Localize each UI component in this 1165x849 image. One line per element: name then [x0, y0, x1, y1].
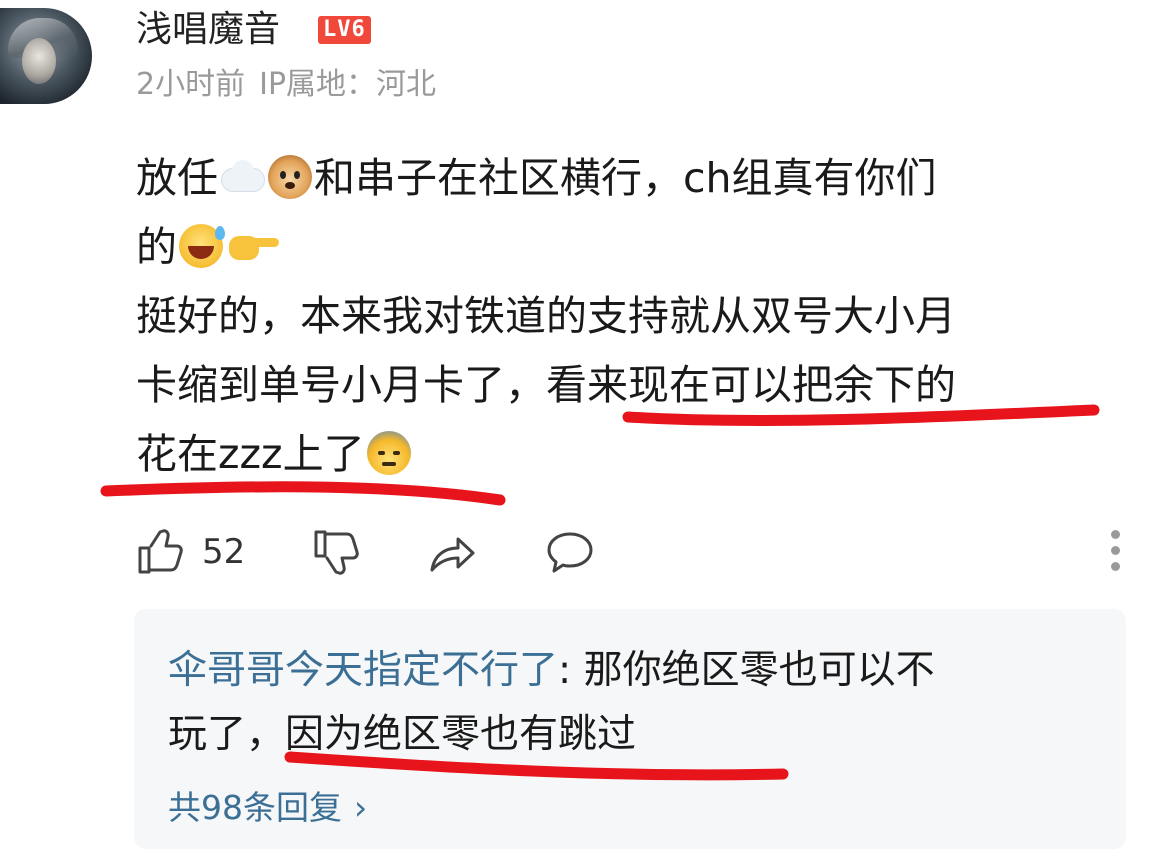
reply-content-underlined: 因为绝区零也有跳过 — [285, 712, 637, 757]
content-line: 卡缩到单号小月卡了，看来现在可以把余下的 — [136, 351, 1126, 420]
comment-bubble-icon — [547, 532, 593, 573]
avatar[interactable] — [0, 8, 92, 104]
post-meta: 2小时前 IP属地：河北 — [136, 64, 436, 106]
like-count: 52 — [202, 532, 246, 572]
sweat-smile-emoji — [179, 224, 225, 268]
chevron-right-icon: › — [354, 788, 368, 827]
reply-username[interactable]: 伞哥哥今天指定不行了 — [168, 648, 558, 693]
action-bar: 52 — [134, 522, 1120, 582]
reply-content: 那你绝区零也可以不 — [583, 648, 935, 693]
thumbs-up-icon — [138, 529, 183, 574]
avatar-face — [22, 38, 56, 84]
comment-button[interactable] — [544, 522, 596, 582]
content-text-underlined: 花在zzz上了 — [136, 430, 365, 478]
content-line: 挺好的，本来我对铁道的支持就从双号大小月 — [136, 282, 1126, 351]
content-line: 花在zzz上了 — [136, 420, 1126, 489]
content-text: 挺好的，本来我对铁道的支持就从双号大小月 — [136, 292, 956, 340]
username[interactable]: 浅唱魔音 — [136, 6, 280, 54]
content-text: 放任 — [136, 154, 218, 202]
content-text: 的 — [136, 223, 177, 271]
level-badge: LV6 — [318, 16, 371, 44]
cold-sweat-emoji — [366, 431, 411, 475]
reply-line: 伞哥哥今天指定不行了: 那你绝区零也可以不 — [168, 639, 1098, 703]
reply-line: 玩了，因为绝区零也有跳过 — [168, 703, 1098, 767]
share-arrow-icon — [430, 537, 475, 572]
post-time: 2小时前 — [136, 67, 246, 102]
like-button[interactable]: 52 — [134, 522, 245, 582]
view-replies-link[interactable]: 共98条回复 › — [168, 781, 367, 829]
reply-separator: : — [558, 648, 584, 693]
post-content: 放任 和串子在社区横行，ch组真有你们 的 挺好的，本来我对铁道的支持就从双号大小… — [136, 144, 1126, 489]
content-text: 卡缩到单号小月卡了， — [136, 361, 546, 409]
ip-location: IP属地：河北 — [259, 67, 437, 102]
more-options-icon[interactable] — [1108, 526, 1122, 578]
content-text-underlined: 看来现在可以把余下的 — [546, 361, 956, 409]
share-button[interactable] — [426, 522, 478, 582]
reply-preview[interactable]: 伞哥哥今天指定不行了: 那你绝区零也可以不 玩了，因为绝区零也有跳过 共98条回… — [134, 609, 1126, 849]
reply-content: 玩了， — [168, 712, 286, 757]
thumbs-down-icon — [314, 530, 359, 575]
cloud-emoji — [220, 155, 264, 199]
dislike-button[interactable] — [310, 522, 362, 582]
pointing-right-emoji — [227, 224, 279, 268]
reply-text: 伞哥哥今天指定不行了: 那你绝区零也可以不 玩了，因为绝区零也有跳过 — [168, 639, 1098, 767]
reply-count-label: 共98条回复 — [168, 788, 342, 827]
content-line: 的 — [136, 213, 1126, 282]
content-line: 放任 和串子在社区横行，ch组真有你们 — [136, 144, 1126, 213]
dog-emoji — [268, 155, 312, 199]
content-text: 和串子在社区横行，ch组真有你们 — [314, 154, 937, 202]
